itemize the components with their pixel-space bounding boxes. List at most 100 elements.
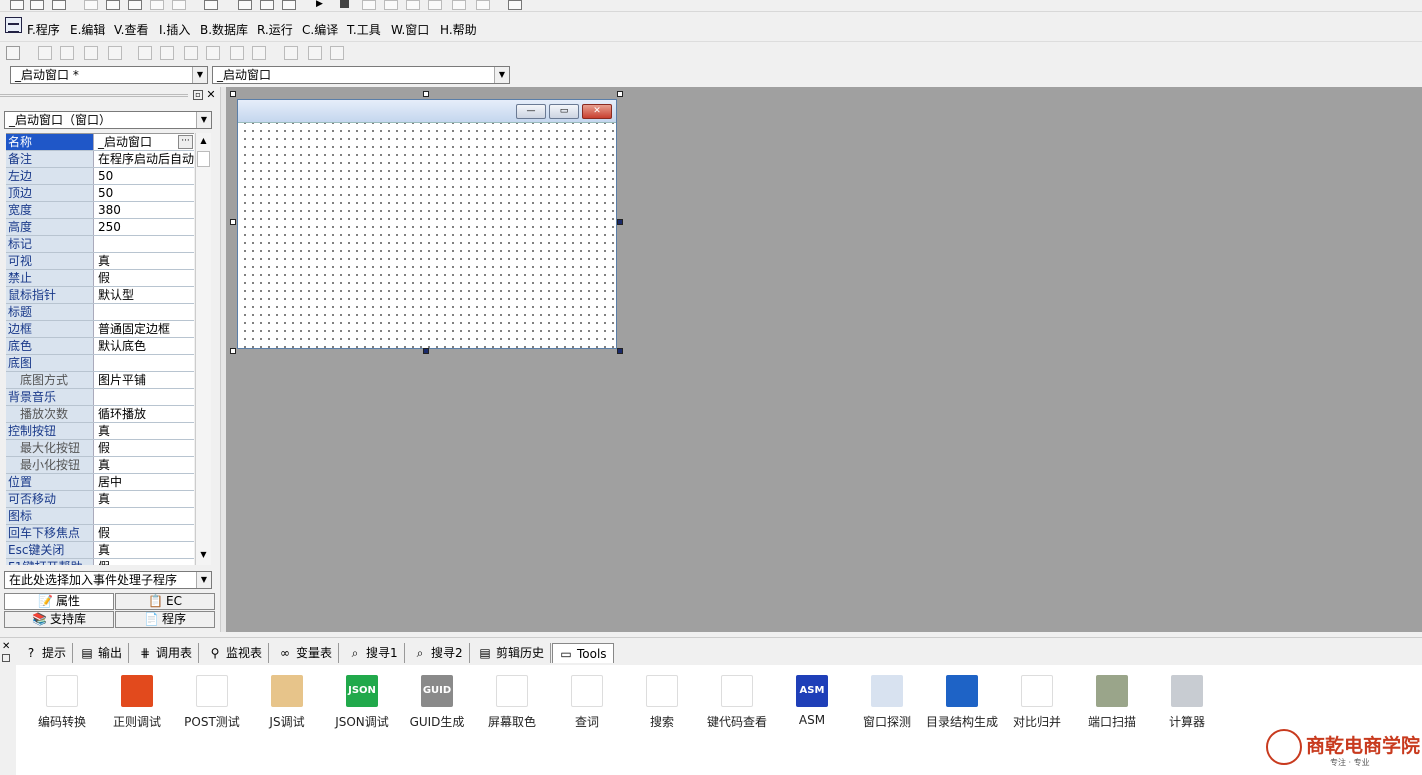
tool-encode[interactable]: 编码转换 [24,675,100,730]
object-selector[interactable]: _启动窗口（窗口） ▼ [4,111,212,129]
property-value[interactable]: 假 [96,525,194,541]
property-row[interactable]: 高度 250 [6,219,194,236]
tab-tools[interactable]: ▭ Tools [552,643,614,663]
tab-clip-history[interactable]: ▤ 剪辑历史 [478,643,552,663]
property-value[interactable]: 50 [96,185,194,201]
form-toggle-icon[interactable] [6,46,20,60]
maximize-icon[interactable]: ▭ [549,104,579,119]
property-row[interactable]: 标记 [6,236,194,253]
tab-variables[interactable]: ∞ 变量表 [278,643,340,663]
property-row[interactable]: 名称 _启动窗口 ··· [6,134,194,151]
property-value[interactable]: 真 [96,253,194,269]
stop-icon[interactable] [340,0,349,8]
menu-view[interactable]: V.查看 [114,21,148,38]
app-menu-icon[interactable] [5,17,22,33]
property-row[interactable]: 控制按钮真 [6,423,194,440]
scroll-down-icon[interactable]: ▼ [196,547,211,563]
same-width-icon[interactable] [184,46,198,60]
property-row[interactable]: 最大化按钮假 [6,440,194,457]
property-row[interactable]: 底图方式 图片平铺 [6,372,194,389]
tool-guid[interactable]: GUID GUID生成 [399,675,475,730]
save-icon[interactable] [52,0,66,10]
layout-left-icon[interactable] [238,0,252,10]
menu-edit[interactable]: E.编辑 [70,21,105,38]
menu-window[interactable]: W.窗口 [391,21,429,38]
property-row[interactable]: 回车下移焦点假 [6,525,194,542]
align-top-icon[interactable] [84,46,98,60]
new-file-icon[interactable] [10,0,24,10]
open-file-icon[interactable] [30,0,44,10]
run-icon[interactable]: ▶ [316,0,330,10]
tool-tree[interactable]: 目录结构生成 [924,675,1000,730]
size-width-icon[interactable] [284,46,298,60]
layout-top-icon[interactable] [260,0,274,10]
property-row[interactable]: 左边 50 [6,168,194,185]
scroll-thumb[interactable] [197,151,210,167]
property-value[interactable]: 循环播放 [96,406,194,422]
property-row[interactable]: 底色 默认底色 [6,338,194,355]
resize-handle-r[interactable] [617,219,623,225]
resize-handle-tr[interactable] [617,91,623,97]
tool-window-probe[interactable]: 窗口探测 [849,675,925,730]
tool-json[interactable]: JSON JSON调试 [324,675,400,730]
property-row[interactable]: Esc键关闭真 [6,542,194,559]
float-panel-icon[interactable]: ▫ [193,90,203,100]
property-value[interactable]: 真 [96,423,194,439]
chevron-down-icon[interactable]: ▼ [196,572,211,588]
menu-help[interactable]: H.帮助 [440,21,477,38]
step-over-icon[interactable] [406,0,420,10]
property-row[interactable]: 备注 在程序启动后自动 [6,151,194,168]
menu-program[interactable]: F.程序 [27,21,60,38]
menu-run[interactable]: R.运行 [257,21,293,38]
tab-program[interactable]: 📄 程序 [115,611,215,628]
space-vertical-icon[interactable] [252,46,266,60]
property-row[interactable]: 顶边 50 [6,185,194,202]
property-value[interactable]: 真 [96,491,194,507]
paste-icon[interactable] [128,0,142,10]
property-value[interactable]: 250 [96,219,194,235]
property-value[interactable]: 380 [96,202,194,218]
property-value[interactable]: 在程序启动后自动 [96,151,194,167]
redo-icon[interactable] [172,0,186,10]
tab-support-library[interactable]: 📚 支持库 [4,611,114,628]
run-to-cursor-icon[interactable] [452,0,466,10]
property-value[interactable] [96,389,194,405]
property-row[interactable]: 边框 普通固定边框 [6,321,194,338]
step-into-icon[interactable] [384,0,398,10]
tool-compare[interactable]: 对比归并 [999,675,1075,730]
layout-bottom-icon[interactable] [282,0,296,10]
chevron-down-icon[interactable]: ▼ [192,67,207,83]
property-row[interactable]: 可视真 [6,253,194,270]
minimize-icon[interactable]: — [516,104,546,119]
property-value[interactable] [96,236,194,252]
copy-icon[interactable] [106,0,120,10]
resize-handle-bl[interactable] [230,348,236,354]
tool-dictionary[interactable]: 查词 [549,675,625,730]
property-row[interactable]: 最小化按钮真 [6,457,194,474]
tool-calculator[interactable]: 计算器 [1149,675,1225,730]
tool-search[interactable]: 搜索 [624,675,700,730]
property-value[interactable]: 假 [96,270,194,286]
find-icon[interactable] [204,0,218,10]
property-row[interactable]: F1键打开帮助假 [6,559,194,565]
property-value[interactable]: 默认型 [96,287,194,303]
size-height-icon[interactable] [308,46,322,60]
event-selector[interactable]: 在此处选择加入事件处理子程序 ▼ [4,571,212,589]
property-value[interactable]: 真 [96,457,194,473]
cut-icon[interactable] [84,0,98,10]
property-value[interactable]: 居中 [96,474,194,490]
hand-icon[interactable] [476,0,490,10]
same-height-icon[interactable] [206,46,220,60]
scroll-up-icon[interactable]: ▲ [196,133,211,149]
property-row[interactable]: 图标 [6,508,194,525]
tab-properties[interactable]: 📝 属性 [4,593,114,610]
tool-post[interactable]: POST测试 [174,675,250,730]
property-value[interactable]: 图片平铺 [96,372,194,388]
property-value[interactable] [96,304,194,320]
chevron-down-icon[interactable]: ▼ [196,112,211,128]
close-panel-icon[interactable]: ✕ [206,89,216,101]
property-value[interactable]: 默认底色 [96,338,194,354]
menu-compile[interactable]: C.编译 [302,21,338,38]
tab-hint[interactable]: ? 提示 [24,643,74,663]
align-right-icon[interactable] [60,46,74,60]
